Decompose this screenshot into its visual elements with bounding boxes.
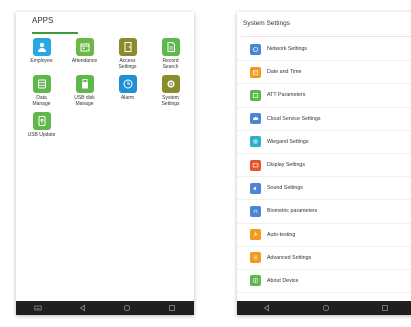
- app-data-manage[interactable]: Data Manage: [20, 75, 63, 107]
- apps-title-underline: [32, 32, 78, 34]
- setting-display-settings[interactable]: Display Settings: [237, 154, 411, 178]
- app-label: USB Update: [27, 132, 56, 138]
- door-lock-icon: [118, 38, 137, 56]
- document-icon: [161, 38, 180, 56]
- calendar-icon: [250, 66, 261, 78]
- app-label: Alarm: [120, 95, 135, 101]
- app-label: Record Search: [162, 58, 179, 70]
- back-icon[interactable]: [79, 304, 87, 312]
- setting-about-device[interactable]: About Device: [237, 270, 411, 294]
- app-usb-update[interactable]: USB Update: [20, 112, 63, 138]
- settings-title: System Settings: [243, 20, 290, 27]
- app-attendance[interactable]: Attendance: [63, 38, 106, 64]
- keyboard-icon[interactable]: [34, 304, 42, 312]
- app-system-settings[interactable]: System Settings: [149, 75, 192, 107]
- setting-label: Auto-testing: [267, 231, 296, 238]
- setting-label: Network Settings: [267, 46, 308, 53]
- setting-biometric-parameters[interactable]: Biometric parameters: [237, 200, 411, 224]
- wrench-icon: [250, 229, 261, 241]
- calendar-icon: [75, 38, 94, 56]
- app-label: Data Manage: [32, 95, 51, 107]
- database-icon: [32, 75, 51, 93]
- app-label: Access Settings: [118, 58, 137, 70]
- settings-list: Network Settings Date and Time ATT Paramet…: [237, 38, 411, 294]
- app-access-settings[interactable]: Access Settings: [106, 38, 149, 70]
- setting-label: About Device: [267, 277, 299, 284]
- recent-apps-icon[interactable]: [381, 304, 389, 312]
- setting-wiegand-settings[interactable]: Wiegand Settings: [237, 131, 411, 154]
- app-label: Attendance: [71, 58, 98, 64]
- speaker-icon: [250, 182, 261, 194]
- gear-icon: [161, 75, 180, 93]
- app-label: USB disk Manage: [74, 95, 95, 107]
- app-usb-disk-manage[interactable]: USB disk Manage: [63, 75, 106, 107]
- display-icon: [250, 159, 261, 171]
- cloud-icon: [250, 113, 261, 125]
- back-icon[interactable]: [263, 304, 271, 312]
- apps-screen: APPS Employee Attendance Access Settings Re…: [16, 12, 194, 315]
- usb-update-icon: [32, 112, 51, 130]
- attendance-icon: [250, 89, 261, 101]
- app-record-search[interactable]: Record Search: [149, 38, 192, 70]
- setting-label: Cloud Service Settings: [267, 115, 321, 122]
- setting-label: Sound Settings: [267, 185, 303, 192]
- setting-advanced-settings[interactable]: Advanced Settings: [237, 247, 411, 270]
- app-label: System Settings: [161, 95, 180, 107]
- recent-apps-icon[interactable]: [168, 304, 176, 312]
- navigation-bar: [16, 301, 194, 315]
- info-icon: [250, 275, 261, 287]
- sliders-icon: [250, 252, 261, 264]
- home-icon[interactable]: [123, 304, 131, 312]
- setting-label: Display Settings: [267, 162, 305, 169]
- setting-auto-testing[interactable]: Auto-testing: [237, 224, 411, 247]
- setting-sound-settings[interactable]: Sound Settings: [237, 177, 411, 201]
- apps-title: APPS: [32, 16, 54, 25]
- setting-label: ATT Parameters: [267, 92, 306, 99]
- setting-label: Date and Time: [267, 69, 302, 76]
- setting-label: Advanced Settings: [267, 254, 312, 261]
- setting-label: Biometric parameters: [267, 208, 318, 215]
- setting-cloud-service-settings[interactable]: Cloud Service Settings: [237, 108, 411, 131]
- person-icon: [32, 38, 51, 56]
- app-label: Employee: [30, 58, 53, 64]
- setting-att-parameters[interactable]: ATT Parameters: [237, 84, 411, 108]
- clock-icon: [118, 75, 137, 93]
- fingerprint-icon: [250, 205, 261, 217]
- system-settings-screen: System Settings Network Settings Date and…: [237, 12, 411, 315]
- setting-network-settings[interactable]: Network Settings: [237, 38, 411, 62]
- navigation-bar: [237, 301, 411, 315]
- home-icon[interactable]: [322, 304, 330, 312]
- setting-date-and-time[interactable]: Date and Time: [237, 61, 411, 85]
- usb-drive-icon: [75, 75, 94, 93]
- app-alarm[interactable]: Alarm: [106, 75, 149, 101]
- setting-label: Wiegand Settings: [267, 138, 309, 145]
- network-icon: [250, 43, 261, 55]
- wiegand-icon: [250, 136, 261, 148]
- title-divider: [241, 36, 411, 37]
- app-employee[interactable]: Employee: [20, 38, 63, 64]
